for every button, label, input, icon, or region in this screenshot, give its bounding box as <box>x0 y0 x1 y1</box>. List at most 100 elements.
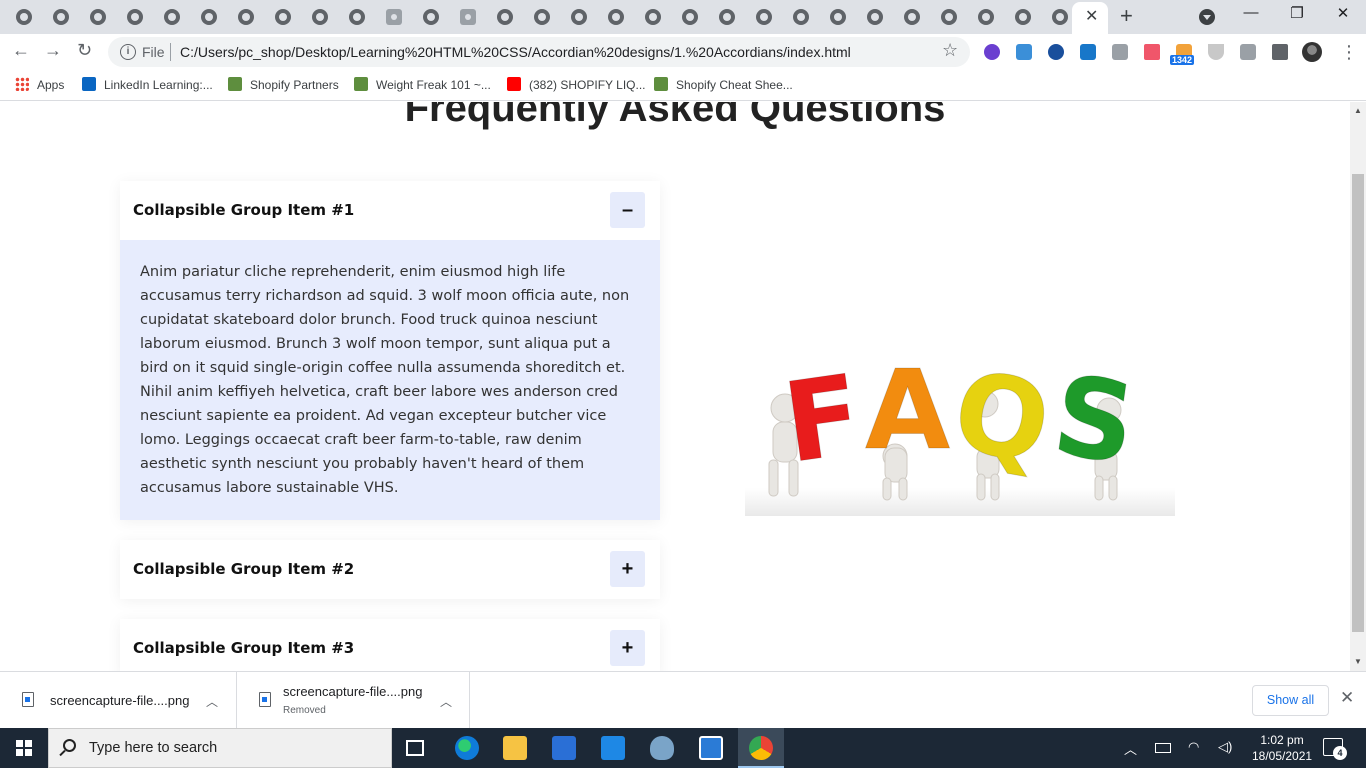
tab-favicon[interactable] <box>497 9 513 25</box>
battery-icon[interactable] <box>1155 743 1171 753</box>
bookmark-shopify-cheat-sheet[interactable]: Shopify Cheat Shee... <box>654 77 793 92</box>
chevron-up-icon[interactable]: ︿ <box>440 693 452 710</box>
bookmark-shopify-liquid[interactable]: (382) SHOPIFY LIQ... <box>507 77 645 92</box>
accordion-header[interactable]: Collapsible Group Item #2 + <box>120 540 660 599</box>
camera-tab-icon[interactable] <box>386 9 402 25</box>
tab-favicon[interactable] <box>571 9 587 25</box>
tab-favicon[interactable] <box>867 9 883 25</box>
tab-favicon[interactable] <box>275 9 291 25</box>
bookmark-shopify-partners[interactable]: Shopify Partners <box>228 77 339 92</box>
restore-button[interactable]: ❐ <box>1274 4 1320 22</box>
extension-icon[interactable] <box>1016 44 1032 60</box>
tab-favicon[interactable] <box>312 9 328 25</box>
tab-favicon[interactable] <box>90 9 106 25</box>
mail-icon[interactable] <box>601 736 625 760</box>
info-icon[interactable]: i <box>120 44 136 60</box>
camera-icon[interactable] <box>1240 44 1256 60</box>
scroll-thumb[interactable] <box>1352 174 1364 632</box>
tab-search-icon[interactable] <box>1199 9 1215 25</box>
close-icon[interactable]: ✕ <box>1340 688 1354 708</box>
store-icon[interactable] <box>552 736 576 760</box>
tab-favicon[interactable] <box>16 9 32 25</box>
tab-favicon[interactable] <box>830 9 846 25</box>
bookmark-linkedin-learning[interactable]: LinkedIn Learning:... <box>82 77 213 92</box>
bookmark-label: LinkedIn Learning:... <box>104 78 213 92</box>
back-arrow-icon[interactable]: ← <box>12 40 30 61</box>
taskbar-search-box[interactable]: Type here to search <box>48 728 392 768</box>
forward-arrow-icon[interactable]: → <box>44 40 62 61</box>
camera-tab-icon[interactable] <box>460 9 476 25</box>
windows-taskbar: Type here to search ︿ ◠ ◁) 1:02 pm 18/05… <box>0 728 1366 768</box>
expand-button[interactable]: + <box>610 551 645 587</box>
tab-favicon[interactable] <box>719 9 735 25</box>
accordion-body: Anim pariatur cliche reprehenderit, enim… <box>120 240 660 520</box>
bookmark-weight-freak[interactable]: Weight Freak 101 ~... <box>354 77 491 92</box>
expand-button[interactable]: + <box>610 630 645 666</box>
tab-favicon[interactable] <box>682 9 698 25</box>
bookmark-apps[interactable]: Apps <box>15 77 64 92</box>
tab-favicon[interactable] <box>1015 9 1031 25</box>
accordion-header[interactable]: Collapsible Group Item #1 – <box>120 181 660 240</box>
extension-icon[interactable] <box>1080 44 1096 60</box>
tab-favicon[interactable] <box>608 9 624 25</box>
app-icon[interactable] <box>699 736 723 760</box>
tab-favicon[interactable] <box>793 9 809 25</box>
tab-favicon[interactable] <box>1052 9 1068 25</box>
linkedin-icon <box>82 77 96 91</box>
chevron-up-icon[interactable]: ︿ <box>206 693 218 710</box>
close-window-button[interactable]: ✕ <box>1320 4 1366 22</box>
taskbar-clock[interactable]: 1:02 pm 18/05/2021 <box>1252 732 1312 764</box>
puzzle-icon[interactable] <box>1272 44 1288 60</box>
bookmark-label: Shopify Partners <box>250 78 339 92</box>
tab-favicon[interactable] <box>941 9 957 25</box>
bookmark-label: (382) SHOPIFY LIQ... <box>529 78 646 92</box>
scroll-down-arrow-icon[interactable]: ▼ <box>1354 657 1362 666</box>
address-bar[interactable]: i File C:/Users/pc_shop/Desktop/Learning… <box>108 37 970 67</box>
show-all-button[interactable]: Show all <box>1252 685 1329 716</box>
collapse-button[interactable]: – <box>610 192 645 228</box>
extension-icon[interactable] <box>1144 44 1160 60</box>
accordion-header[interactable]: Collapsible Group Item #3 + <box>120 619 660 671</box>
paint-icon[interactable] <box>650 736 674 760</box>
chrome-taskbar-button[interactable] <box>738 728 784 768</box>
minimize-button[interactable]: — <box>1228 4 1274 21</box>
tab-favicon[interactable] <box>978 9 994 25</box>
new-tab-button[interactable]: + <box>1120 3 1133 29</box>
extension-icon[interactable] <box>1112 44 1128 60</box>
tab-favicon[interactable] <box>349 9 365 25</box>
file-explorer-icon[interactable] <box>503 736 527 760</box>
tab-favicon[interactable] <box>904 9 920 25</box>
download-item[interactable]: screencapture-file....png Removed ︿ <box>237 672 470 729</box>
task-view-icon[interactable] <box>406 740 424 756</box>
accordion-title: Collapsible Group Item #2 <box>133 560 355 578</box>
close-tab-icon[interactable]: ✕ <box>1085 6 1098 26</box>
download-item[interactable]: screencapture-file....png ︿ <box>0 672 237 729</box>
tab-favicon[interactable] <box>423 9 439 25</box>
extension-icon[interactable] <box>1048 44 1064 60</box>
extension-icon[interactable] <box>984 44 1000 60</box>
wifi-icon[interactable]: ◠ <box>1188 739 1199 755</box>
bookmark-star-icon[interactable]: ☆ <box>942 40 958 61</box>
tab-favicon[interactable] <box>645 9 661 25</box>
menu-icon[interactable]: ⋮ <box>1340 42 1358 63</box>
shield-icon[interactable] <box>1208 44 1224 60</box>
accordion-item-1: Collapsible Group Item #1 – Anim pariatu… <box>120 181 660 520</box>
volume-icon[interactable]: ◁) <box>1218 739 1232 755</box>
tab-favicon[interactable] <box>201 9 217 25</box>
tab-favicon[interactable] <box>238 9 254 25</box>
tab-favicon[interactable] <box>164 9 180 25</box>
tab-favicon[interactable] <box>534 9 550 25</box>
page-scrollbar[interactable]: ▲ ▼ <box>1350 102 1366 671</box>
url-text[interactable]: C:/Users/pc_shop/Desktop/Learning%20HTML… <box>180 44 851 60</box>
edge-icon[interactable] <box>455 736 479 760</box>
reload-icon[interactable]: ↻ <box>77 40 92 61</box>
tab-favicon[interactable] <box>756 9 772 25</box>
windows-start-icon[interactable] <box>16 740 32 756</box>
tab-favicon[interactable] <box>53 9 69 25</box>
chevron-up-icon[interactable]: ︿ <box>1124 739 1137 758</box>
profile-avatar[interactable] <box>1302 42 1322 62</box>
shopify-icon <box>654 77 668 91</box>
scroll-up-arrow-icon[interactable]: ▲ <box>1354 106 1362 115</box>
tab-favicon[interactable] <box>127 9 143 25</box>
active-tab[interactable]: ✕ <box>1072 2 1108 34</box>
